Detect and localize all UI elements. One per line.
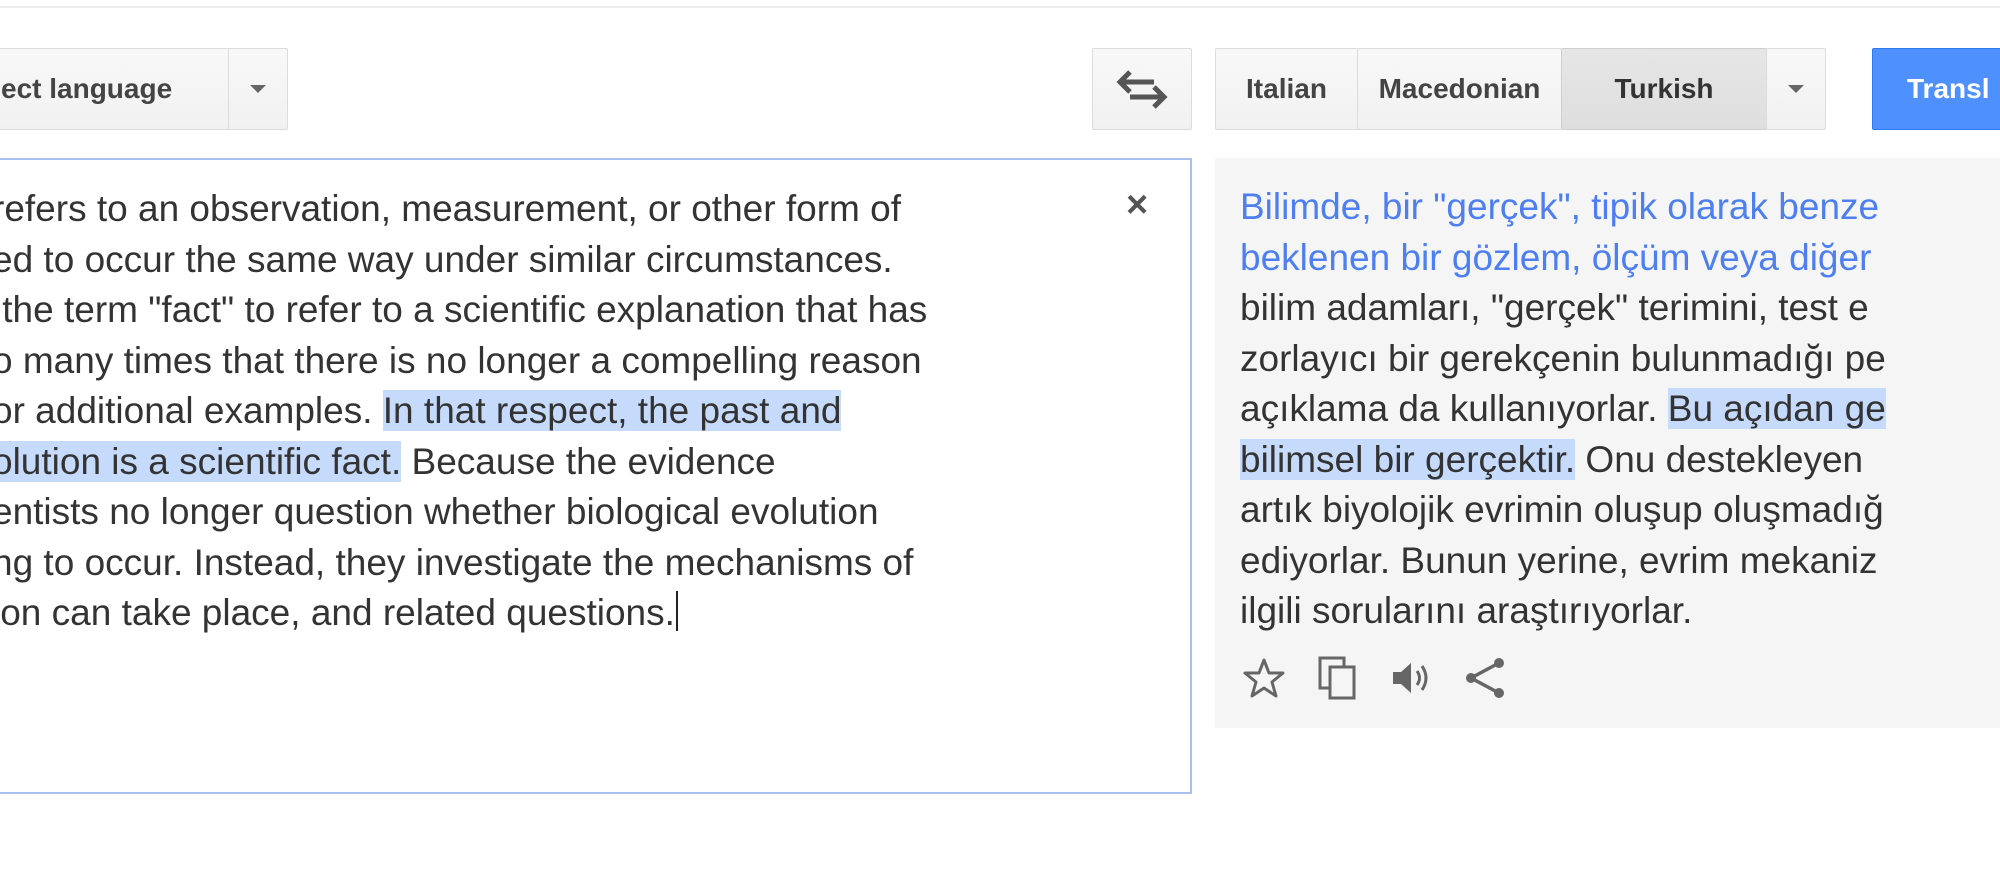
target-language-dropdown[interactable] [1766,48,1826,130]
detect-language-button[interactable]: ect language [0,48,230,130]
translation-line[interactable]: zorlayıcı bir gerekçenin bulunmadığı pe [1240,338,1886,379]
translate-page: ect language Italian Macedonian Turkish … [0,0,2000,880]
listen-icon [1393,663,1428,693]
source-line: Because the evidence [401,440,776,482]
top-divider [0,6,2000,8]
swap-languages-icon [1116,70,1168,109]
lang-macedonian-label: Macedonian [1378,73,1541,104]
highlighted-source-text: olution is a scientific fact. [0,440,402,482]
chevron-down-icon [250,85,266,93]
star-icon [1243,658,1285,698]
lang-italian-label: Italian [1246,73,1327,104]
translation-line[interactable]: artık biyolojik evrimin oluşup oluşmadığ [1240,489,1884,530]
translation-line[interactable]: Bilimde, bir "gerçek", tipik olarak benz… [1240,186,1879,227]
source-language-dropdown[interactable] [228,48,288,130]
text-cursor [675,591,678,631]
source-line: o many times that there is no longer a c… [0,339,922,381]
highlighted-source-text: In that respect, the past and [382,390,842,431]
translate-button[interactable]: Transl [1872,48,2000,130]
source-text-area[interactable]: refers to an observation, measurement, o… [0,158,1192,794]
translation-text: Bilimde, bir "gerçek", tipik olarak benz… [1240,182,1886,637]
source-line: ion can take place, and related question… [0,592,675,633]
translation-line[interactable]: ilgili sorularını araştırıyorlar. [1240,590,1692,631]
chevron-down-icon [1788,85,1804,93]
share-icon [1466,658,1504,698]
copy-icon [1318,656,1356,700]
translation-line[interactable]: beklenen bir gözlem, ölçüm veya diğer [1240,237,1871,278]
source-line: entists no longer question whether biolo… [0,491,879,532]
source-line: the term "fact" to refer to a scientific… [0,289,928,330]
lang-macedonian-button[interactable]: Macedonian [1357,48,1562,130]
detect-language-label: ect language [1,73,173,104]
source-line: refers to an observation, measurement, o… [0,188,901,229]
source-text: refers to an observation, measurement, o… [0,184,1112,639]
share-button[interactable] [1460,652,1512,704]
lang-italian-button[interactable]: Italian [1215,48,1358,130]
translation-output-panel: Bilimde, bir "gerçek", tipik olarak benz… [1215,158,2000,728]
source-line: ed to occur the same way under similar c… [0,238,893,280]
star-button[interactable] [1238,652,1290,704]
lang-turkish-label: Turkish [1614,73,1714,104]
listen-button[interactable] [1386,652,1438,704]
highlighted-translation-text[interactable]: Bu açıdan ge [1667,388,1886,429]
translation-actions [1238,652,1512,704]
lang-turkish-button[interactable]: Turkish [1561,48,1767,130]
highlighted-translation-text[interactable]: bilimsel bir gerçektir. [1240,438,1576,480]
source-line: or additional examples. [0,390,383,431]
translation-line[interactable]: ediyorlar. Bunun yerine, evrim mekaniz [1240,540,1878,581]
translation-line[interactable]: açıklama da kullanıyorlar. [1240,388,1668,429]
source-line: ng to occur. Instead, they investigate t… [0,541,914,583]
clear-text-icon[interactable]: × [1126,186,1148,224]
swap-languages-button[interactable] [1092,48,1192,130]
translation-line[interactable]: bilim adamları, "gerçek" terimini, test … [1240,287,1869,328]
translation-line[interactable]: Onu destekleyen [1575,439,1863,480]
copy-button[interactable] [1312,652,1364,704]
translate-label: Transl [1907,73,1990,104]
